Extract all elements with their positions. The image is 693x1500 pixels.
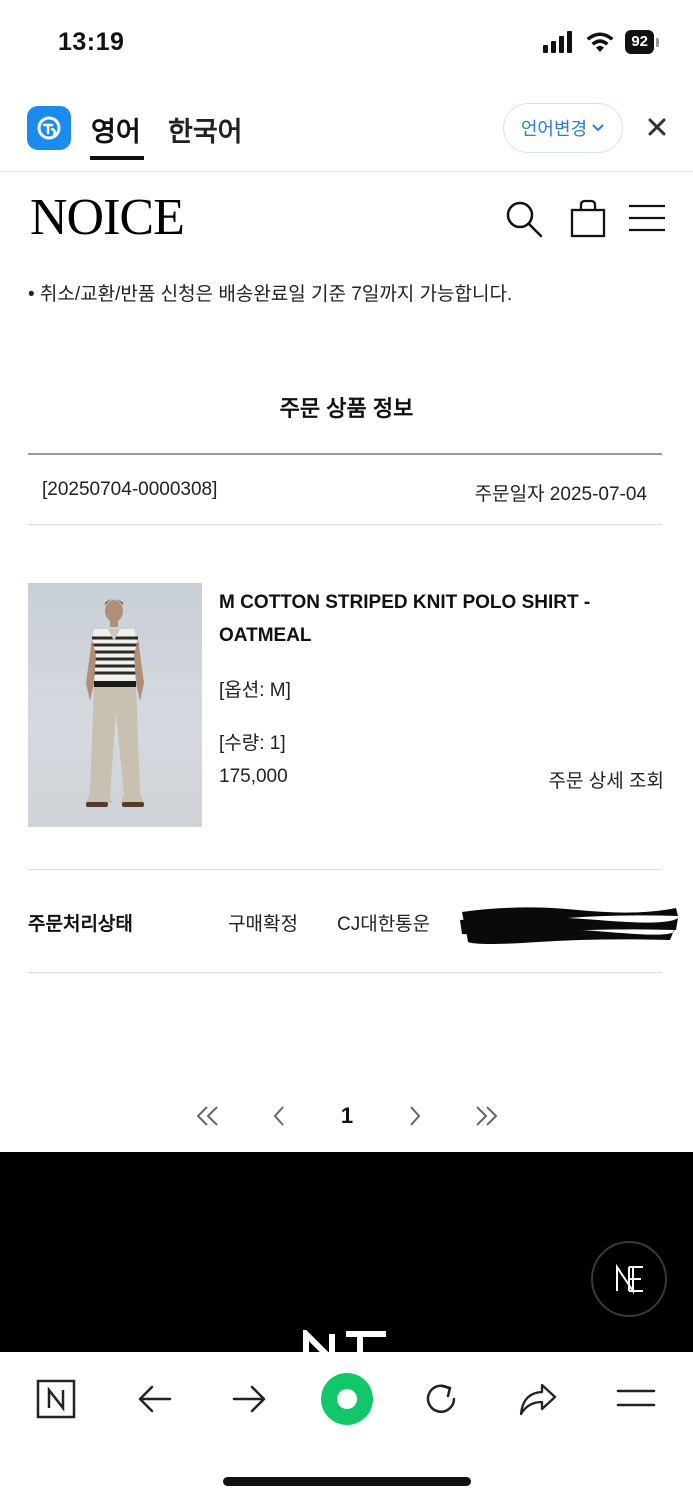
order-number: [20250704-0000308] bbox=[42, 479, 218, 500]
status-bar: 13:19 92 bbox=[0, 0, 693, 90]
product-name[interactable]: M COTTON STRIPED KNIT POLO SHIRT - OATME… bbox=[219, 586, 659, 652]
order-date: 주문일자 2025-07-04 bbox=[474, 484, 647, 505]
site-header: NOICE bbox=[0, 172, 693, 262]
naver-icon bbox=[36, 1379, 76, 1419]
forward-arrow-icon bbox=[232, 1385, 266, 1413]
bag-icon[interactable] bbox=[568, 198, 608, 238]
page-number-current[interactable]: 1 bbox=[332, 1098, 362, 1134]
browser-toolbar bbox=[0, 1352, 693, 1500]
site-footer bbox=[0, 1152, 693, 1352]
tab-korean[interactable]: 한국어 bbox=[168, 110, 243, 149]
divider bbox=[28, 453, 662, 455]
tab-english[interactable]: 영어 bbox=[91, 110, 141, 149]
product-quantity: [수량: 1] bbox=[219, 733, 286, 754]
reload-button[interactable] bbox=[416, 1374, 466, 1424]
divider bbox=[28, 524, 662, 525]
prev-page-button[interactable] bbox=[264, 1098, 294, 1134]
forward-button[interactable] bbox=[225, 1374, 275, 1424]
floating-brand-button[interactable] bbox=[591, 1241, 667, 1317]
status-time: 13:19 bbox=[58, 28, 125, 56]
close-icon[interactable] bbox=[644, 114, 670, 140]
chevron-down-icon bbox=[592, 124, 604, 132]
cancellation-notice: • 취소/교환/반품 신청은 배송완료일 기준 7일까지 가능합니다. bbox=[28, 284, 513, 305]
footer-logo-mark bbox=[303, 1330, 386, 1352]
double-chevron-right-icon bbox=[476, 1106, 498, 1126]
brand-logo[interactable]: NOICE bbox=[30, 188, 185, 247]
active-tab-indicator bbox=[90, 156, 144, 160]
menu-icon bbox=[616, 1389, 656, 1407]
first-page-button[interactable] bbox=[190, 1098, 226, 1134]
battery-icon: 92 bbox=[625, 30, 659, 54]
noice-monogram-icon bbox=[616, 1263, 643, 1295]
order-detail-link[interactable]: 주문 상세 조회 bbox=[549, 766, 664, 793]
translate-bar: 영어 한국어 언어변경 bbox=[0, 90, 693, 172]
share-icon bbox=[519, 1383, 557, 1416]
order-status-value: 구매확정 bbox=[228, 914, 298, 935]
last-page-button[interactable] bbox=[468, 1098, 504, 1134]
status-icons: 92 bbox=[543, 30, 659, 54]
naver-home-button[interactable] bbox=[31, 1374, 81, 1424]
translator-app-logo[interactable] bbox=[27, 106, 71, 150]
double-chevron-left-icon bbox=[196, 1106, 218, 1126]
battery-level: 92 bbox=[625, 30, 654, 54]
redacted-tracking-number bbox=[460, 907, 678, 944]
divider bbox=[28, 869, 662, 870]
green-dot-button[interactable] bbox=[318, 1370, 376, 1428]
product-option: [옵션: M] bbox=[219, 680, 291, 701]
signal-icon bbox=[543, 31, 573, 53]
section-title: 주문 상품 정보 bbox=[279, 396, 414, 421]
next-page-button[interactable] bbox=[400, 1098, 430, 1134]
back-arrow-icon bbox=[138, 1385, 172, 1413]
change-language-label: 언어변경 bbox=[520, 119, 588, 139]
divider bbox=[28, 972, 662, 973]
share-button[interactable] bbox=[513, 1374, 563, 1424]
wifi-icon bbox=[586, 32, 614, 52]
chevron-right-icon bbox=[410, 1106, 421, 1126]
browser-menu-button[interactable] bbox=[611, 1374, 661, 1424]
back-button[interactable] bbox=[129, 1374, 179, 1424]
home-indicator bbox=[223, 1477, 471, 1486]
pagination: 1 bbox=[0, 1098, 693, 1134]
order-status-label: 주문처리상태 bbox=[28, 914, 133, 935]
search-icon[interactable] bbox=[503, 198, 543, 238]
carrier-name: CJ대한통운 bbox=[337, 914, 431, 935]
chevron-left-icon bbox=[273, 1106, 284, 1126]
green-dot-icon bbox=[321, 1373, 373, 1425]
change-language-button[interactable]: 언어변경 bbox=[503, 103, 623, 153]
product-image[interactable] bbox=[28, 583, 202, 827]
menu-icon[interactable] bbox=[627, 198, 667, 238]
reload-icon bbox=[426, 1384, 456, 1413]
product-price: 175,000 bbox=[219, 766, 288, 787]
